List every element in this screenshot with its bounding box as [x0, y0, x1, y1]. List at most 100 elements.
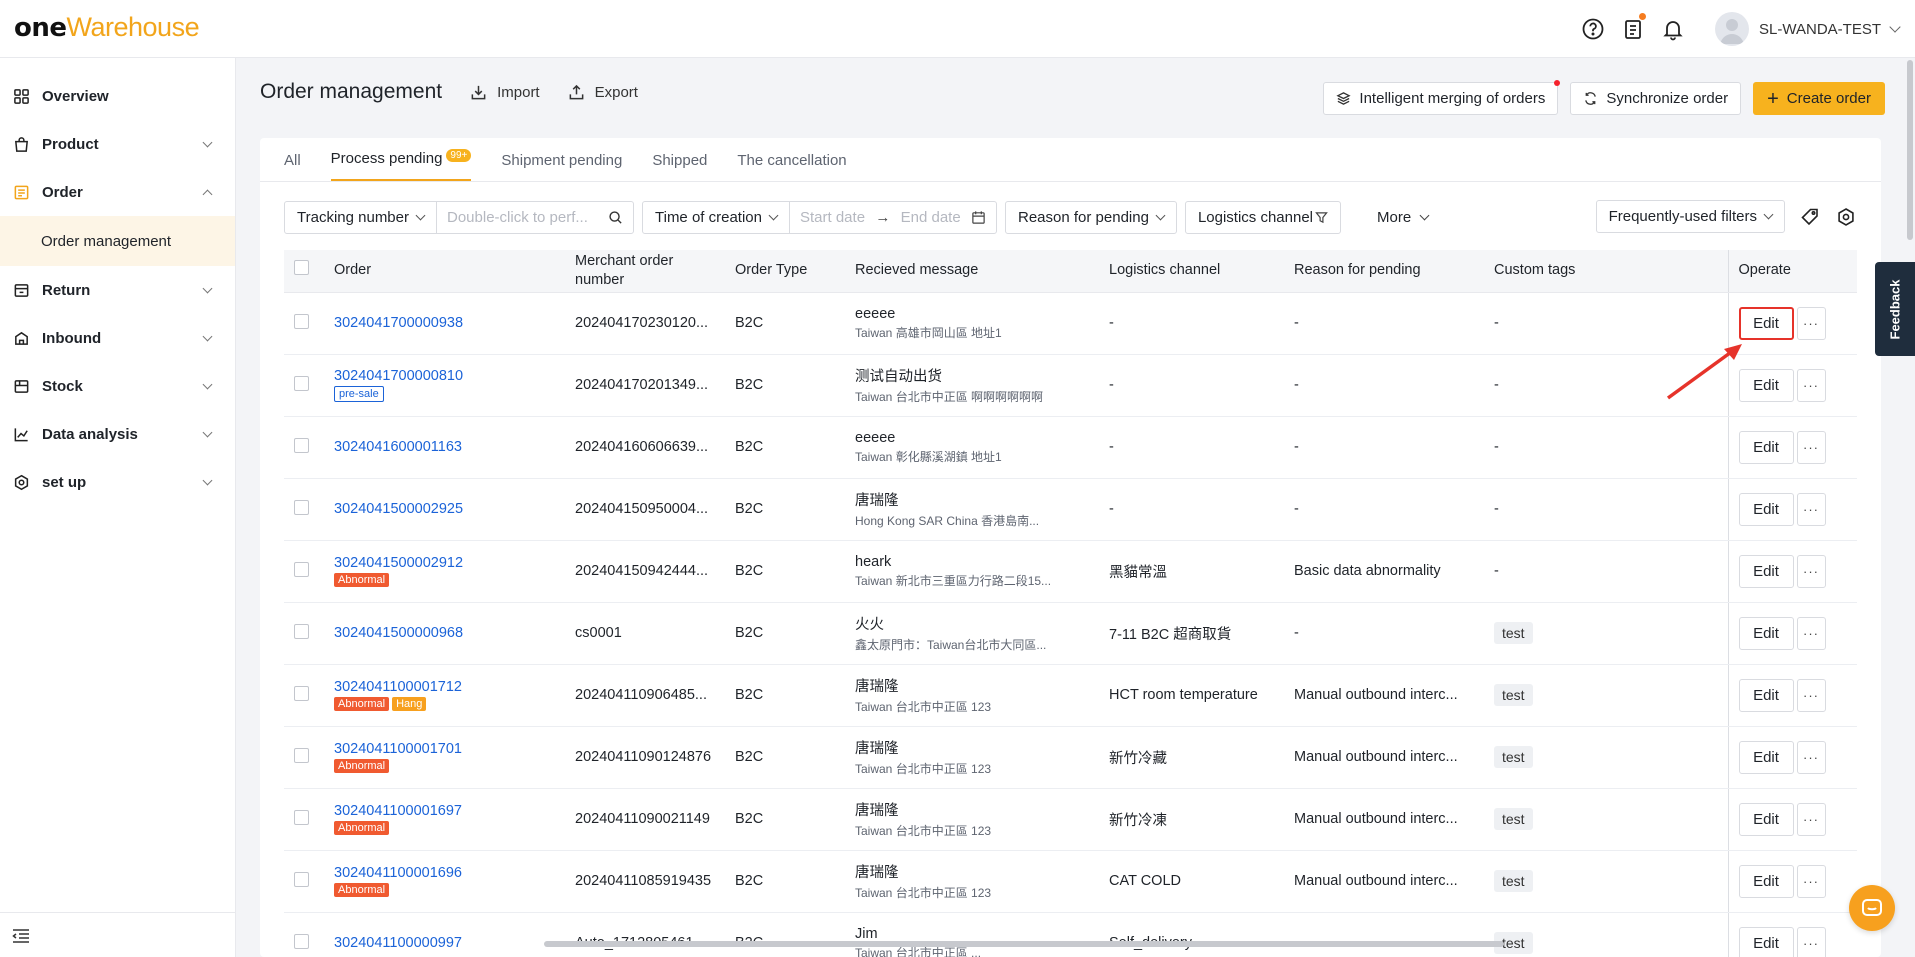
order-number-link[interactable]: 3024041700000810 — [334, 368, 555, 384]
sidebar-item-overview[interactable]: Overview — [0, 72, 235, 120]
help-icon[interactable] — [1573, 10, 1613, 48]
sidebar-item-order[interactable]: Order — [0, 168, 235, 216]
clipboard-icon[interactable] — [1613, 10, 1653, 48]
order-number-link[interactable]: 3024041600001163 — [334, 439, 555, 455]
more-actions-button[interactable]: ··· — [1796, 306, 1826, 340]
row-checkbox[interactable] — [294, 561, 309, 577]
table-row: 3024041100000997 Auto_1712805461810 B2C … — [284, 912, 1857, 957]
row-checkbox[interactable] — [294, 871, 309, 887]
more-actions-button[interactable]: ··· — [1796, 864, 1826, 898]
edit-button[interactable]: Edit — [1738, 430, 1794, 464]
chat-support-button[interactable] — [1849, 885, 1895, 931]
tag-icon[interactable] — [1799, 206, 1821, 228]
tracking-type-select[interactable]: Tracking number — [285, 202, 436, 233]
sidebar-subitem-order-management[interactable]: Order management — [0, 216, 235, 266]
create-order-button[interactable]: + Create order — [1753, 82, 1885, 115]
feedback-tab[interactable]: Feedback — [1875, 262, 1915, 356]
tab-process-pending[interactable]: Process pending 99+ — [330, 149, 472, 181]
edit-button[interactable]: Edit — [1738, 554, 1794, 588]
edit-button[interactable]: Edit — [1738, 306, 1794, 340]
sidebar-item-stock[interactable]: Stock — [0, 362, 235, 410]
order-number-link[interactable]: 3024041100001696 — [334, 865, 555, 881]
tracking-search-input[interactable]: Double-click to perf... — [437, 202, 633, 233]
search-icon[interactable] — [608, 210, 623, 225]
more-actions-button[interactable]: ··· — [1796, 492, 1826, 526]
more-actions-button[interactable]: ··· — [1796, 554, 1826, 588]
logistics-filter[interactable]: Logistics channel — [1184, 200, 1342, 234]
tab-all[interactable]: All — [284, 152, 301, 181]
order-number-link[interactable]: 3024041100001712 — [334, 679, 555, 695]
end-date-placeholder: End date — [900, 208, 961, 226]
frequent-filters-select[interactable]: Frequently-used filters — [1595, 200, 1785, 233]
order-number-link[interactable]: 3024041500000968 — [334, 625, 555, 641]
order-number-link[interactable]: 3024041100001697 — [334, 803, 555, 819]
time-type-select[interactable]: Time of creation — [643, 202, 789, 233]
row-checkbox[interactable] — [294, 623, 309, 639]
reason-filter[interactable]: Reason for pending — [1005, 200, 1177, 234]
row-select-cell — [284, 664, 324, 727]
more-actions-button[interactable]: ··· — [1796, 430, 1826, 464]
horizontal-scrollbar[interactable] — [544, 941, 1504, 947]
received-message-cell: 唐瑞隆 Taiwan 台北市中正區 123 — [845, 788, 1099, 851]
order-number-link[interactable]: 3024041100000997 — [334, 935, 555, 951]
sidebar-item-product[interactable]: Product — [0, 120, 235, 168]
select-all-checkbox[interactable] — [294, 260, 309, 276]
gear-icon[interactable] — [1835, 206, 1857, 228]
edit-button[interactable]: Edit — [1738, 740, 1794, 774]
collapse-sidebar-icon[interactable] — [12, 929, 30, 943]
merchant-order-number: 202404150950004... — [565, 478, 725, 541]
more-actions-button[interactable]: ··· — [1796, 678, 1826, 712]
row-select-cell — [284, 478, 324, 541]
order-type: B2C — [725, 664, 845, 727]
tab-shipment-pending[interactable]: Shipment pending — [501, 152, 622, 181]
more-actions-button[interactable]: ··· — [1796, 926, 1826, 957]
edit-button[interactable]: Edit — [1738, 492, 1794, 526]
bell-icon[interactable] — [1653, 10, 1693, 48]
row-checkbox[interactable] — [294, 933, 309, 949]
sidebar-item-return[interactable]: Return — [0, 266, 235, 314]
order-number-link[interactable]: 3024041700000938 — [334, 315, 555, 331]
sidebar-item-data-analysis[interactable]: Data analysis — [0, 410, 235, 458]
tab-cancellation[interactable]: The cancellation — [737, 152, 846, 181]
order-type: B2C — [725, 354, 845, 417]
row-checkbox[interactable] — [294, 375, 309, 391]
export-label: Export — [594, 83, 638, 101]
status-badge: Abnormal — [334, 883, 390, 897]
row-checkbox[interactable] — [294, 313, 309, 329]
edit-button[interactable]: Edit — [1738, 802, 1794, 836]
edit-button[interactable]: Edit — [1738, 864, 1794, 898]
recipient-address: Taiwan 台北市中正區 123 — [855, 824, 992, 838]
more-actions-button[interactable]: ··· — [1796, 740, 1826, 774]
merchant-order-number: 202404160606639... — [565, 416, 725, 479]
edit-button[interactable]: Edit — [1738, 616, 1794, 650]
row-checkbox[interactable] — [294, 809, 309, 825]
tab-shipped[interactable]: Shipped — [652, 152, 707, 181]
more-actions-button[interactable]: ··· — [1796, 616, 1826, 650]
order-number-link[interactable]: 3024041100001701 — [334, 741, 555, 757]
row-checkbox[interactable] — [294, 437, 309, 453]
intelligent-merge-button[interactable]: Intelligent merging of orders — [1323, 80, 1561, 115]
sidebar-item-label: Order — [42, 183, 83, 201]
sidebar-item-set-up[interactable]: set up — [0, 458, 235, 506]
more-actions-button[interactable]: ··· — [1796, 802, 1826, 836]
order-number-link[interactable]: 3024041500002912 — [334, 555, 555, 571]
recipient-name: 唐瑞隆 — [855, 865, 899, 881]
more-filters-button[interactable]: More — [1377, 209, 1430, 226]
edit-button[interactable]: Edit — [1738, 678, 1794, 712]
reason-for-pending: - — [1284, 478, 1484, 541]
row-checkbox[interactable] — [294, 747, 309, 763]
app-logo[interactable]: oneWarehouse — [14, 12, 200, 43]
export-button[interactable]: Export — [568, 84, 638, 101]
synchronize-order-button[interactable]: Synchronize order — [1570, 82, 1742, 115]
edit-button[interactable]: Edit — [1738, 368, 1794, 402]
order-number-link[interactable]: 3024041500002925 — [334, 501, 555, 517]
edit-button[interactable]: Edit — [1738, 926, 1794, 957]
more-actions-button[interactable]: ··· — [1796, 368, 1826, 402]
row-checkbox[interactable] — [294, 685, 309, 701]
vertical-scrollbar[interactable] — [1907, 60, 1913, 240]
import-button[interactable]: Import — [470, 84, 540, 101]
date-range-picker[interactable]: Start date → End date — [790, 202, 996, 233]
sidebar-item-inbound[interactable]: Inbound — [0, 314, 235, 362]
row-checkbox[interactable] — [294, 499, 309, 515]
user-menu[interactable]: SL-WANDA-TEST — [1715, 12, 1901, 46]
